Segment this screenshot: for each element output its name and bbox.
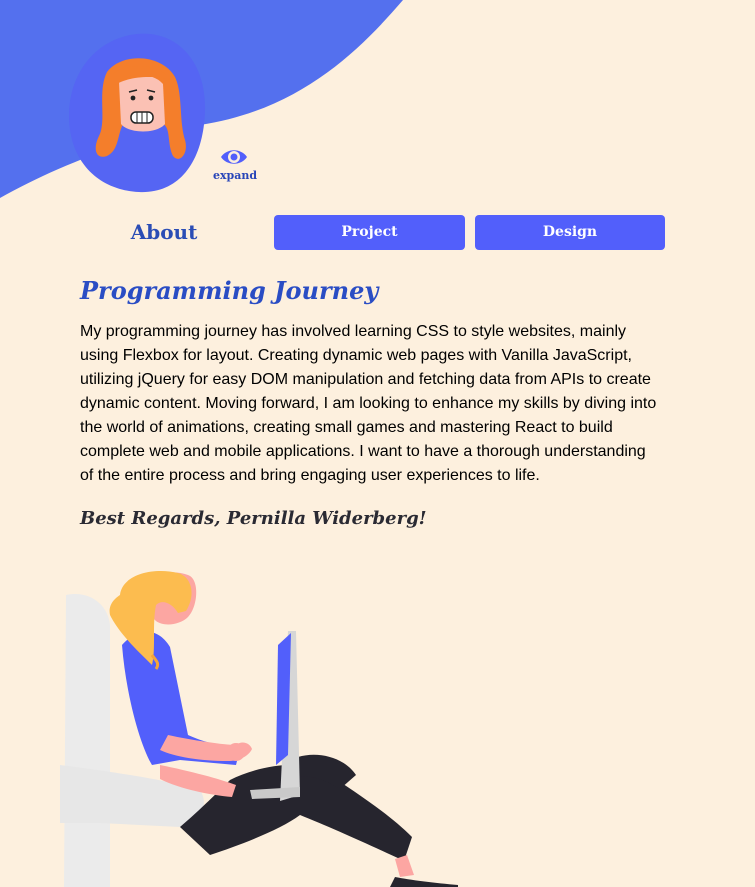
signature-text: Best Regards, Pernilla Widerberg! [80, 508, 427, 529]
about-paragraph: My programming journey has involved lear… [80, 323, 657, 484]
person-with-laptop-illustration [60, 571, 458, 887]
tab-project[interactable]: Project [274, 215, 465, 250]
avatar [67, 32, 207, 194]
tab-design[interactable]: Design [475, 215, 665, 250]
header-wave-decoration [0, 0, 403, 198]
expand-button[interactable]: expand [213, 146, 258, 182]
eye-icon [221, 150, 247, 164]
tab-about[interactable]: About [74, 215, 254, 250]
expand-label: expand [213, 169, 258, 182]
section-heading: Programming Journey [80, 276, 379, 305]
